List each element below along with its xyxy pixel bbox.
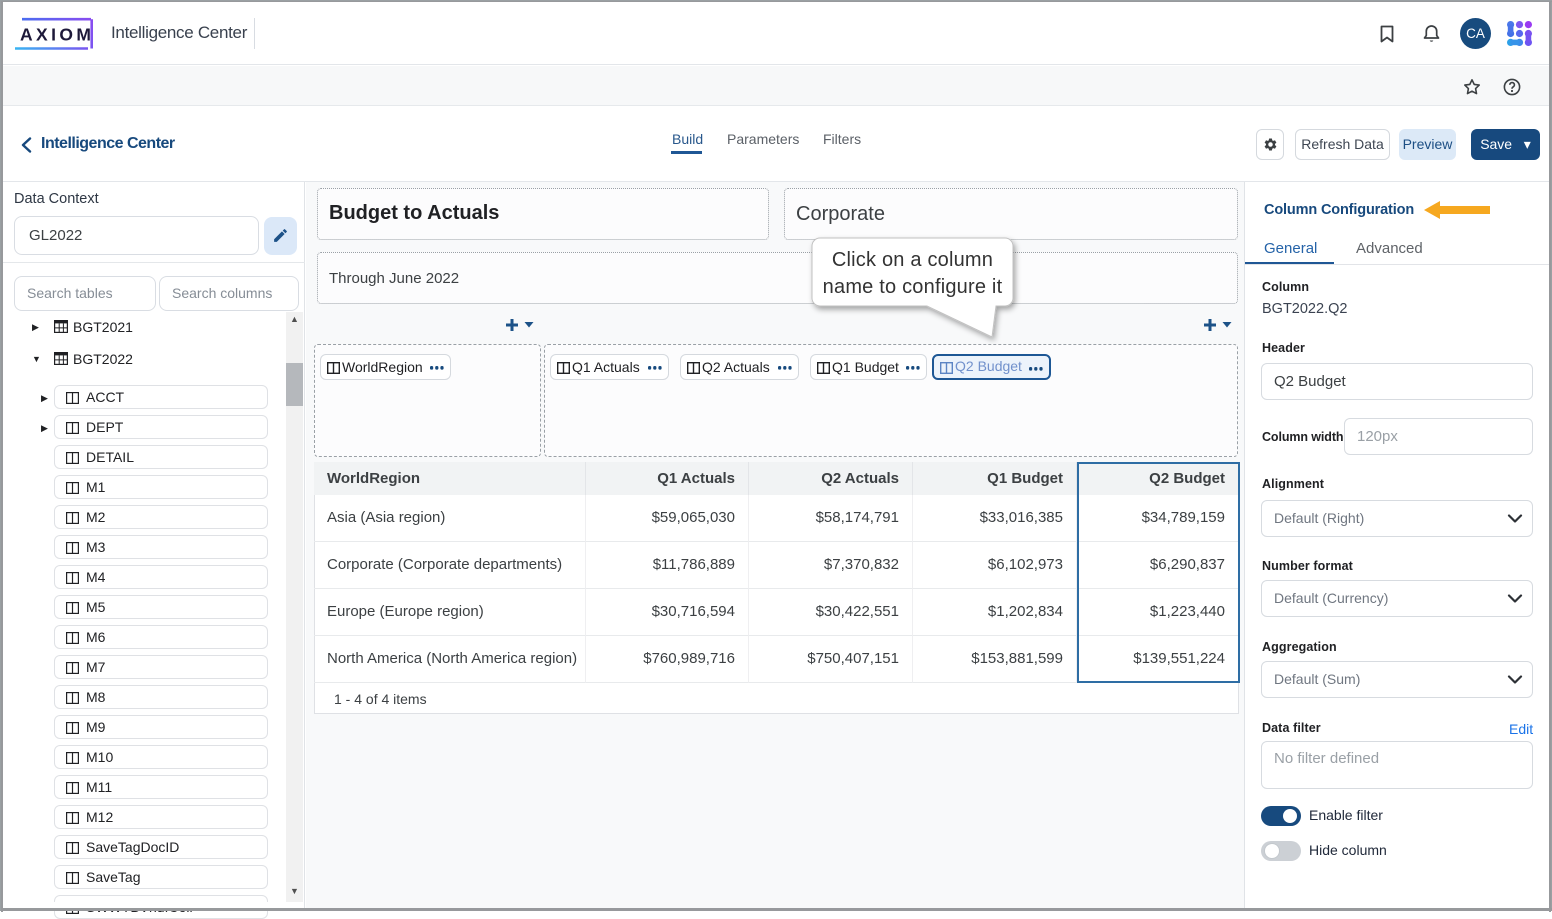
svg-text:AXIOM: AXIOM (20, 25, 94, 45)
